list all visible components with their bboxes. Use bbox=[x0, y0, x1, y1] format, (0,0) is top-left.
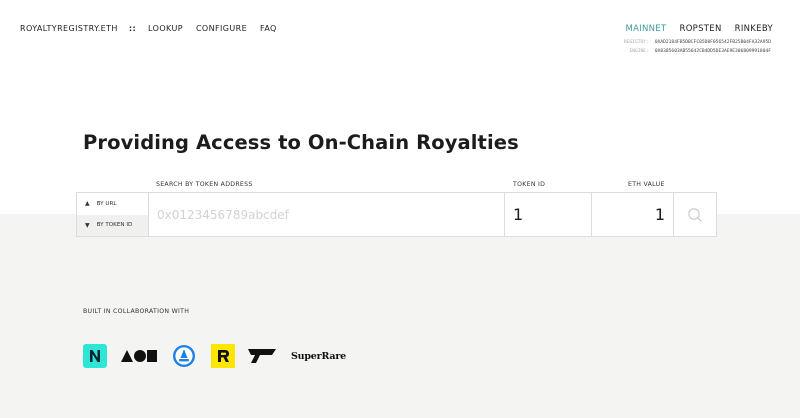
nifty-gateway-logo[interactable] bbox=[83, 344, 107, 368]
opensea-logo[interactable] bbox=[172, 344, 196, 368]
address-field-label: SEARCH BY TOKEN ADDRESS bbox=[156, 181, 253, 188]
network-rinkeby[interactable]: RINKEBY bbox=[735, 24, 773, 34]
rarible-logo[interactable] bbox=[211, 344, 235, 368]
mode-by-token-id[interactable]: ▼ BY TOKEN ID bbox=[77, 214, 148, 236]
nav-lookup-link[interactable]: LOOKUP bbox=[148, 24, 183, 33]
search-button[interactable] bbox=[674, 193, 716, 236]
caret-up-icon: ▲ bbox=[85, 200, 90, 208]
nav-configure-link[interactable]: CONFIGURE bbox=[196, 24, 247, 33]
eth-value-field-label: ETH VALUE bbox=[628, 181, 665, 188]
token-id-input[interactable]: 1 bbox=[505, 193, 592, 236]
search-mode-toggle: ▲ BY URL ▼ BY TOKEN ID bbox=[77, 193, 149, 236]
network-ropsten[interactable]: ROPSTEN bbox=[679, 24, 721, 34]
engine-address-row: ENGINE: 0X0385603AB55642CB4DD5DE3AE9E306… bbox=[619, 49, 771, 54]
engine-address[interactable]: 0X0385603AB55642CB4DD5DE3AE9E30680999180… bbox=[655, 49, 771, 54]
async-art-logo[interactable] bbox=[121, 344, 157, 368]
mode-by-token-id-label: BY TOKEN ID bbox=[96, 222, 133, 229]
mode-by-url-label: BY URL bbox=[96, 200, 117, 207]
caret-down-icon: ▼ bbox=[85, 221, 90, 229]
registry-label: REGISTRY: bbox=[623, 40, 649, 45]
brand-link[interactable]: ROYALTYREGISTRY.ETH bbox=[20, 24, 118, 33]
top-nav: ROYALTYREGISTRY.ETH :: LOOKUP CONFIGURE … bbox=[20, 24, 290, 33]
token-address-input[interactable] bbox=[149, 193, 505, 236]
superrare-logo[interactable]: SuperRare bbox=[291, 344, 346, 368]
lookup-form: ▲ BY URL ▼ BY TOKEN ID 1 1 bbox=[76, 192, 717, 237]
token-id-field-label: TOKEN ID bbox=[513, 181, 546, 188]
collaboration-label: BUILT IN COLLABORATION WITH bbox=[83, 308, 190, 315]
mode-by-url[interactable]: ▲ BY URL bbox=[77, 193, 148, 215]
nav-faq-link[interactable]: FAQ bbox=[260, 24, 277, 33]
foundation-logo[interactable] bbox=[248, 344, 276, 368]
page-title: Providing Access to On-Chain Royalties bbox=[83, 131, 519, 154]
registry-address-row: REGISTRY: 0XAD2184FB5DBCFC05D8F056542FB2… bbox=[619, 40, 771, 45]
registry-address[interactable]: 0XAD2184FB5DBCFC05D8F056542FB25B04FA32A9… bbox=[655, 40, 771, 45]
eth-value-input[interactable]: 1 bbox=[592, 193, 674, 236]
engine-label: ENGINE: bbox=[629, 49, 649, 54]
nav-separator: :: bbox=[128, 24, 137, 33]
network-mainnet[interactable]: MAINNET bbox=[625, 24, 666, 34]
network-switcher: MAINNET ROPSTEN RINKEBY bbox=[612, 24, 773, 34]
search-icon bbox=[688, 207, 702, 222]
